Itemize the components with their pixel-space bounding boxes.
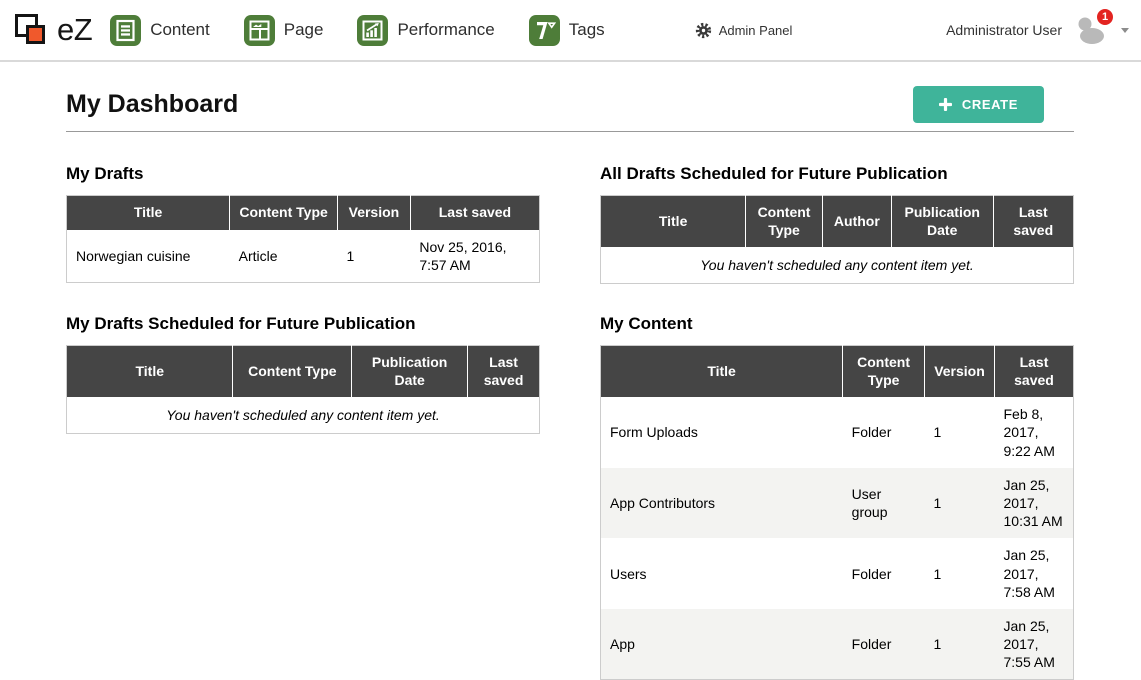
table-cell: Jan 25, 2017, 10:31 AM — [995, 468, 1074, 539]
dashboard-page: My Dashboard CREATE My Drafts TitleConte… — [66, 62, 1074, 680]
section-title-my-drafts: My Drafts — [66, 164, 540, 184]
table-cell: 1 — [925, 468, 995, 539]
table-row[interactable]: App ContributorsUser group1Jan 25, 2017,… — [601, 468, 1074, 539]
column-header: Content Type — [233, 346, 352, 398]
chevron-down-icon — [1121, 28, 1129, 33]
column-header: Title — [67, 346, 233, 398]
section-my-drafts-scheduled: My Drafts Scheduled for Future Publicati… — [66, 314, 540, 434]
table-cell: Jan 25, 2017, 7:55 AM — [995, 609, 1074, 680]
my-drafts-scheduled-table: TitleContent TypePublication DateLast sa… — [66, 345, 540, 434]
performance-icon — [357, 15, 388, 46]
header-row: TitleContent TypeAuthorPublication DateL… — [601, 196, 1074, 248]
header-row: TitleContent TypeVersionLast saved — [601, 346, 1074, 398]
nav-label-page: Page — [284, 20, 324, 40]
table-cell: Article — [230, 230, 338, 283]
my-drafts-table: TitleContent TypeVersionLast savedNorweg… — [66, 195, 540, 283]
table-cell: 1 — [925, 397, 995, 468]
nav-label-performance: Performance — [397, 20, 494, 40]
ez-logo-icon — [14, 11, 50, 49]
section-title-my-drafts-scheduled: My Drafts Scheduled for Future Publicati… — [66, 314, 540, 334]
avatar: 1 — [1072, 15, 1109, 45]
table-cell: App — [601, 609, 843, 680]
table-cell: Folder — [843, 397, 925, 468]
table-cell: Folder — [843, 609, 925, 680]
nav-item-content[interactable]: Content — [110, 15, 210, 46]
user-name: Administrator User — [946, 22, 1062, 38]
ez-logo-text: eZ — [57, 12, 92, 48]
empty-state-row: You haven't scheduled any content item y… — [601, 247, 1074, 284]
section-title-my-content: My Content — [600, 314, 1074, 334]
page-title: My Dashboard — [66, 90, 238, 119]
notification-badge: 1 — [1096, 8, 1114, 26]
column-header: Title — [601, 196, 746, 248]
table-row[interactable]: UsersFolder1Jan 25, 2017, 7:58 AM — [601, 538, 1074, 609]
column-header: Last saved — [468, 346, 540, 398]
column-header: Content Type — [843, 346, 925, 398]
nav-item-performance[interactable]: Performance — [357, 15, 494, 46]
table-cell: Folder — [843, 538, 925, 609]
section-my-drafts: My Drafts TitleContent TypeVersionLast s… — [66, 164, 540, 283]
column-header: Content Type — [230, 196, 338, 230]
my-content-table: TitleContent TypeVersionLast savedForm U… — [600, 345, 1074, 680]
table-cell: 1 — [925, 609, 995, 680]
tags-icon — [529, 15, 560, 46]
nav-item-page[interactable]: Page — [244, 15, 324, 46]
section-my-content: My Content TitleContent TypeVersionLast … — [600, 314, 1074, 680]
column-header: Version — [925, 346, 995, 398]
all-drafts-scheduled-table: TitleContent TypeAuthorPublication DateL… — [600, 195, 1074, 284]
nav-item-tags[interactable]: Tags — [529, 15, 605, 46]
column-header: Author — [822, 196, 891, 248]
main-nav: Content Page Performance — [110, 15, 605, 46]
table-cell: Nov 25, 2016, 7:57 AM — [410, 230, 539, 283]
table-cell: App Contributors — [601, 468, 843, 539]
table-cell: 1 — [925, 538, 995, 609]
table-cell: Jan 25, 2017, 7:58 AM — [995, 538, 1074, 609]
plus-icon — [939, 98, 952, 111]
empty-state-message: You haven't scheduled any content item y… — [67, 397, 540, 434]
logo-orange-square — [26, 25, 45, 44]
dashboard-grid: My Drafts TitleContent TypeVersionLast s… — [66, 164, 1074, 680]
ez-logo[interactable]: eZ — [14, 11, 92, 49]
table-row[interactable]: Form UploadsFolder1Feb 8, 2017, 9:22 AM — [601, 397, 1074, 468]
empty-state-message: You haven't scheduled any content item y… — [601, 247, 1074, 284]
content-icon — [110, 15, 141, 46]
header-row: TitleContent TypePublication DateLast sa… — [67, 346, 540, 398]
gear-icon — [695, 22, 712, 39]
column-header: Last saved — [993, 196, 1073, 248]
table-row[interactable]: Norwegian cuisineArticle1Nov 25, 2016, 7… — [67, 230, 540, 283]
user-menu[interactable]: Administrator User 1 — [946, 15, 1129, 45]
column-header: Version — [338, 196, 411, 230]
column-header: Last saved — [995, 346, 1074, 398]
column-header: Last saved — [410, 196, 539, 230]
column-header: Publication Date — [352, 346, 468, 398]
column-header: Publication Date — [891, 196, 993, 248]
admin-panel-button[interactable]: Admin Panel — [695, 22, 793, 39]
table-cell: 1 — [338, 230, 411, 283]
empty-state-row: You haven't scheduled any content item y… — [67, 397, 540, 434]
nav-label-tags: Tags — [569, 20, 605, 40]
admin-panel-label: Admin Panel — [719, 23, 793, 38]
create-button[interactable]: CREATE — [913, 86, 1044, 123]
table-cell: Form Uploads — [601, 397, 843, 468]
top-navbar: eZ Content Page — [0, 0, 1141, 62]
section-all-drafts-scheduled: All Drafts Scheduled for Future Publicat… — [600, 164, 1074, 284]
column-header: Title — [67, 196, 230, 230]
section-title-all-drafts-scheduled: All Drafts Scheduled for Future Publicat… — [600, 164, 1074, 184]
table-cell: Feb 8, 2017, 9:22 AM — [995, 397, 1074, 468]
column-header: Content Type — [746, 196, 823, 248]
page-icon — [244, 15, 275, 46]
title-divider — [66, 131, 1074, 132]
table-row[interactable]: AppFolder1Jan 25, 2017, 7:55 AM — [601, 609, 1074, 680]
header-row: TitleContent TypeVersionLast saved — [67, 196, 540, 230]
table-cell: User group — [843, 468, 925, 539]
table-cell: Norwegian cuisine — [67, 230, 230, 283]
nav-label-content: Content — [150, 20, 210, 40]
table-cell: Users — [601, 538, 843, 609]
column-header: Title — [601, 346, 843, 398]
page-header: My Dashboard CREATE — [66, 86, 1074, 123]
create-button-label: CREATE — [962, 97, 1018, 112]
